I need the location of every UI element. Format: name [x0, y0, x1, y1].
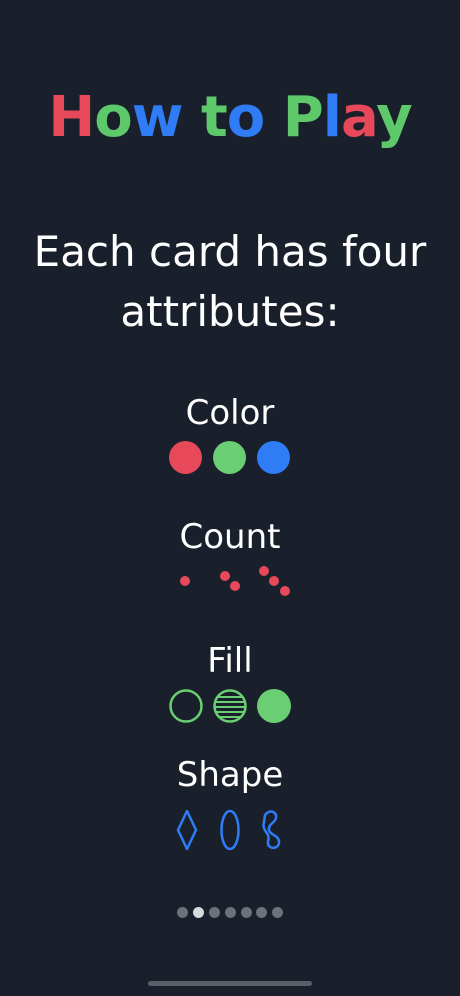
page-dot[interactable]	[209, 907, 220, 918]
color-swatch-row	[0, 440, 460, 480]
count-two-dot	[230, 581, 240, 591]
page-dot[interactable]	[241, 907, 252, 918]
page-title: How to Play	[0, 84, 460, 152]
title-letter: w	[131, 85, 184, 150]
intro-text: Each card has four attributes:	[33, 227, 427, 336]
fill-example-row	[0, 688, 460, 728]
page-indicator[interactable]	[0, 906, 460, 920]
count-three-dot	[259, 566, 269, 576]
page-dot-active[interactable]	[193, 907, 204, 918]
count-three-dot	[269, 576, 279, 586]
title-letter	[264, 85, 283, 150]
title-letter: a	[341, 85, 377, 150]
count-example-row	[0, 564, 460, 600]
page-dot[interactable]	[272, 907, 283, 918]
count-one-dot	[180, 576, 190, 586]
oval-icon	[220, 809, 240, 851]
blue-color-swatch	[257, 441, 290, 474]
title-letter: P	[282, 85, 324, 150]
color-attribute-label: Color	[185, 393, 275, 433]
count-two-dot	[220, 571, 230, 581]
title-letter: o	[226, 85, 265, 150]
green-color-swatch	[213, 441, 246, 474]
title-letter: t	[200, 85, 228, 150]
striped-fill-icon	[213, 689, 247, 723]
title-letter: y	[376, 85, 413, 150]
title-letter: H	[48, 85, 95, 150]
title-letter: o	[94, 85, 132, 150]
page-dot[interactable]	[177, 907, 188, 918]
title-letter	[182, 85, 201, 150]
solid-fill-icon	[257, 689, 291, 723]
count-three-dot	[280, 586, 290, 596]
count-attribute-label: Count	[179, 517, 281, 557]
page-dot[interactable]	[256, 907, 267, 918]
squiggle-icon	[262, 810, 281, 850]
fill-attribute-label: Fill	[207, 641, 253, 681]
shape-example-row	[0, 806, 460, 854]
shape-attribute-label: Shape	[176, 755, 284, 795]
home-indicator[interactable]	[148, 981, 312, 986]
page-dot[interactable]	[225, 907, 236, 918]
title-letter: l	[322, 85, 342, 150]
red-color-swatch	[169, 441, 202, 474]
diamond-icon	[176, 809, 198, 851]
empty-fill-icon	[169, 689, 203, 723]
